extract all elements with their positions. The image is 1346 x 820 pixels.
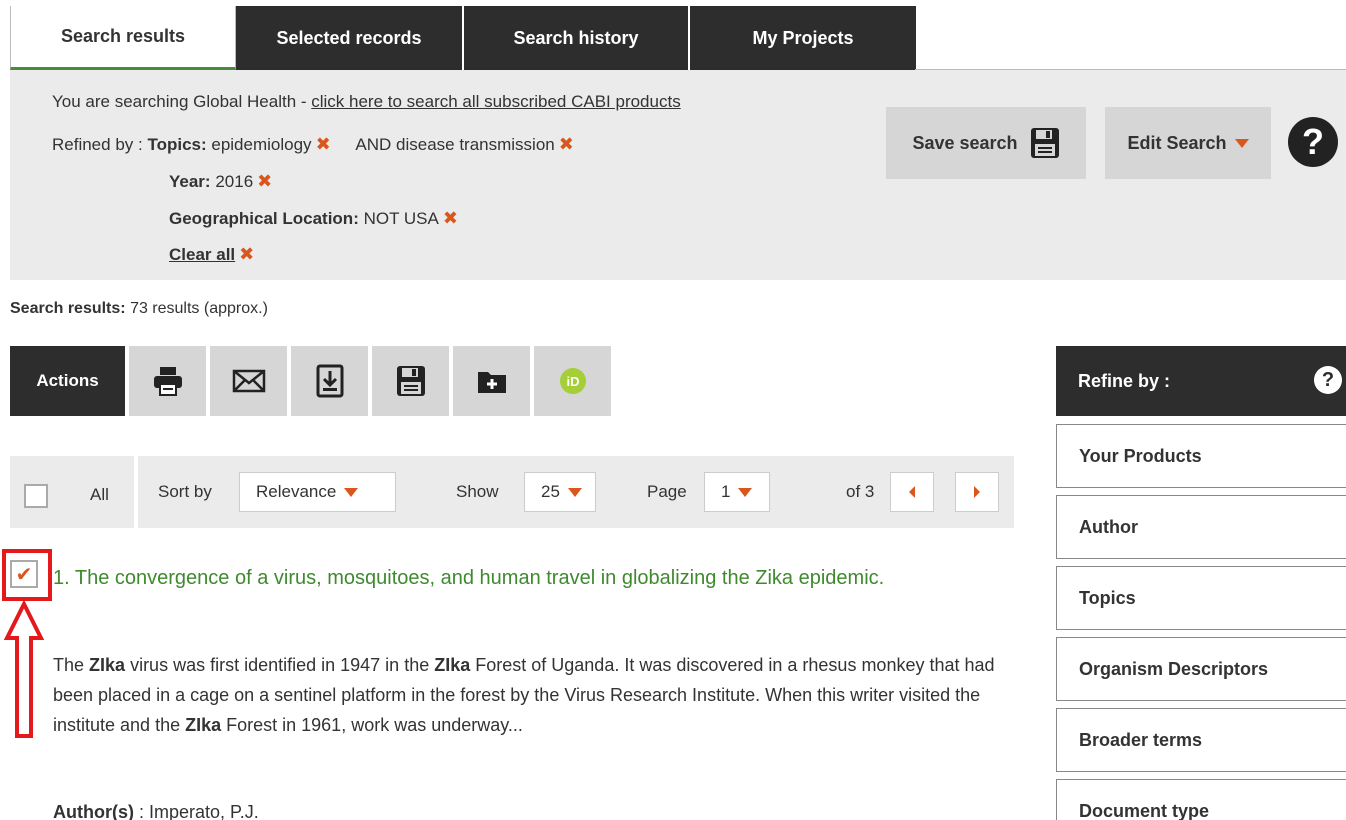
prev-page-button[interactable] bbox=[890, 472, 934, 512]
tab-bar: Search results Selected records Search h… bbox=[10, 6, 916, 70]
actions-toolbar: Actions iD bbox=[10, 346, 615, 416]
email-icon bbox=[232, 369, 265, 393]
download-icon bbox=[316, 364, 343, 398]
refine-organism-descriptors[interactable]: Organism Descriptors bbox=[1056, 637, 1346, 701]
page-select-value: 1 bbox=[721, 482, 731, 501]
floppy-disk-icon bbox=[1030, 128, 1059, 158]
abstract-keyword: ZIka bbox=[89, 655, 126, 675]
results-count-label: Search results: bbox=[10, 300, 126, 317]
geo-value: NOT USA bbox=[363, 209, 439, 228]
highlight-box bbox=[2, 549, 52, 601]
abstract-keyword: ZIka bbox=[185, 715, 222, 735]
print-icon bbox=[153, 367, 182, 396]
refine-document-type[interactable]: Document type bbox=[1056, 779, 1346, 820]
actions-label: Actions bbox=[10, 346, 125, 416]
geo-label: Geographical Location: bbox=[169, 209, 359, 228]
refine-geo-line: Geographical Location: NOT USA ✖ bbox=[169, 208, 458, 229]
abstract-text: The bbox=[53, 655, 90, 675]
chevron-down-icon bbox=[1234, 138, 1249, 148]
svg-text:iD: iD bbox=[566, 374, 579, 389]
year-value: 2016 bbox=[215, 172, 254, 191]
tab-search-history[interactable]: Search history bbox=[464, 6, 690, 70]
abstract-text: virus was first identified in 1947 in th… bbox=[125, 655, 435, 675]
save-records-button[interactable] bbox=[372, 346, 449, 416]
sort-select-value: Relevance bbox=[256, 482, 337, 501]
orcid-button[interactable]: iD bbox=[534, 346, 611, 416]
next-page-button[interactable] bbox=[955, 472, 999, 512]
results-count-text: 73 results (approx.) bbox=[130, 300, 268, 317]
refined-by-label: Refined by : bbox=[52, 135, 148, 154]
results-toolbar: All Sort by Relevance Show 25 Page 1 of … bbox=[10, 456, 1014, 528]
add-to-project-button[interactable] bbox=[453, 346, 530, 416]
select-all-label: All bbox=[90, 485, 109, 504]
refine-your-products[interactable]: Your Products bbox=[1056, 424, 1346, 488]
select-all-checkbox[interactable] bbox=[24, 484, 48, 508]
result-author: Author(s) : Imperato, P.J. bbox=[53, 802, 259, 820]
page-total: of 3 bbox=[846, 482, 875, 501]
search-scope-text: You are searching Global Health - bbox=[52, 92, 312, 111]
abstract-text: Forest in 1961, work was underway... bbox=[221, 715, 523, 735]
remove-geo-icon[interactable]: ✖ bbox=[443, 208, 458, 228]
edit-search-label: Edit Search bbox=[1127, 132, 1227, 153]
tab-my-projects[interactable]: My Projects bbox=[690, 6, 916, 70]
refine-topics-line: Refined by : Topics: epidemiology ✖ AND d… bbox=[52, 134, 574, 155]
search-all-products-link[interactable]: click here to search all subscribed CABI… bbox=[311, 92, 680, 111]
save-search-label: Save search bbox=[912, 132, 1018, 153]
chevron-down-icon bbox=[344, 487, 359, 497]
topic-disease-transmission: AND disease transmission bbox=[355, 135, 555, 154]
results-count: Search results: 73 results (approx.) bbox=[10, 300, 268, 318]
refine-year-line: Year: 2016 ✖ bbox=[169, 171, 272, 192]
remove-epidemiology-icon[interactable]: ✖ bbox=[316, 134, 331, 154]
add-folder-icon bbox=[477, 372, 506, 393]
refine-author[interactable]: Author bbox=[1056, 495, 1346, 559]
refine-help-icon[interactable]: ? bbox=[1314, 366, 1342, 394]
author-value: : Imperato, P.J. bbox=[133, 802, 259, 820]
edit-search-button[interactable]: Edit Search bbox=[1105, 107, 1271, 179]
clear-all-line: Clear all ✖ bbox=[169, 244, 254, 265]
topic-epidemiology: epidemiology bbox=[211, 135, 312, 154]
refine-panel-header: Refine by : bbox=[1056, 346, 1346, 416]
abstract-keyword: ZIka bbox=[434, 655, 471, 675]
help-icon[interactable]: ? bbox=[1288, 117, 1338, 167]
chevron-down-icon bbox=[567, 487, 582, 497]
author-label: Author(s) bbox=[53, 802, 134, 820]
remove-disease-transmission-icon[interactable]: ✖ bbox=[559, 134, 574, 154]
remove-year-icon[interactable]: ✖ bbox=[257, 171, 272, 191]
chevron-left-icon bbox=[909, 486, 915, 498]
clear-all-link[interactable]: Clear all bbox=[169, 245, 235, 264]
page-select[interactable]: 1 bbox=[704, 472, 770, 512]
year-label: Year: bbox=[169, 172, 211, 191]
chevron-down-icon bbox=[738, 487, 753, 497]
email-button[interactable] bbox=[210, 346, 287, 416]
result-title-link[interactable]: 1. The convergence of a virus, mosquitoe… bbox=[53, 563, 1003, 593]
orcid-icon: iD bbox=[559, 368, 586, 394]
download-button[interactable] bbox=[291, 346, 368, 416]
save-icon bbox=[396, 366, 425, 396]
save-search-button[interactable]: Save search bbox=[886, 107, 1086, 179]
sort-select[interactable]: Relevance bbox=[239, 472, 396, 512]
show-label: Show bbox=[456, 482, 499, 501]
sort-by-label: Sort by bbox=[158, 482, 212, 501]
chevron-right-icon bbox=[974, 486, 980, 498]
clear-all-icon[interactable]: ✖ bbox=[239, 244, 254, 264]
tab-selected-records[interactable]: Selected records bbox=[236, 6, 464, 70]
tab-search-results[interactable]: Search results bbox=[10, 6, 236, 70]
refine-topics[interactable]: Topics bbox=[1056, 566, 1346, 630]
refine-broader-terms[interactable]: Broader terms bbox=[1056, 708, 1346, 772]
result-abstract: The ZIka virus was first identified in 1… bbox=[53, 650, 1013, 740]
select-all-box: All bbox=[10, 456, 138, 528]
show-select[interactable]: 25 bbox=[524, 472, 596, 512]
refine-title: Refine by : bbox=[1078, 370, 1171, 391]
search-scope-line: You are searching Global Health - click … bbox=[52, 92, 681, 112]
highlight-arrow-icon bbox=[4, 600, 44, 738]
print-button[interactable] bbox=[129, 346, 206, 416]
page-label: Page bbox=[647, 482, 687, 501]
show-select-value: 25 bbox=[541, 482, 560, 501]
topics-label: Topics: bbox=[147, 135, 207, 154]
